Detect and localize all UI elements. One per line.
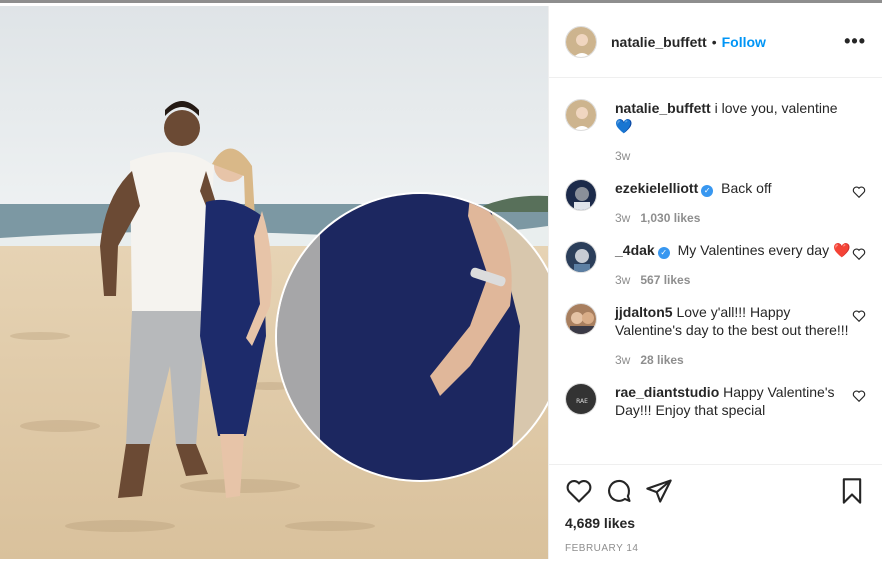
svg-text:RAE: RAE — [576, 398, 588, 405]
comments-list[interactable]: natalie_buffett i love you, valentine 💙 … — [549, 79, 882, 464]
caption-comment: natalie_buffett i love you, valentine 💙 … — [565, 99, 866, 165]
comment-likes[interactable]: 1,030 likes — [640, 211, 700, 225]
commenter-username[interactable]: rae_diantstudio — [615, 384, 719, 400]
bookmark-icon[interactable] — [838, 477, 866, 505]
like-count[interactable]: 4,689 likes — [565, 515, 866, 531]
commenter-avatar[interactable] — [565, 99, 597, 131]
like-comment-heart-icon[interactable] — [852, 389, 866, 403]
post-photo[interactable] — [0, 6, 548, 559]
comment-icon[interactable] — [605, 477, 633, 505]
beach-couple-image — [0, 6, 548, 559]
more-options-icon[interactable]: ••• — [844, 31, 866, 52]
verified-badge-icon: ✓ — [701, 185, 714, 197]
post-sidebar: natalie_buffett • Follow ••• natalie_buf… — [548, 6, 882, 559]
commenter-avatar[interactable] — [565, 303, 597, 335]
commenter-avatar[interactable] — [565, 241, 597, 273]
commenter-username[interactable]: jjdalton5 — [615, 304, 673, 320]
post-actions: 4,689 likes FEBRUARY 14 — [549, 464, 882, 564]
commenter-username[interactable]: ezekielelliott — [615, 180, 698, 196]
comment-time[interactable]: 3w — [615, 273, 630, 287]
verified-badge-icon: ✓ — [657, 247, 670, 259]
like-comment-heart-icon[interactable] — [852, 247, 866, 261]
comment-item: RAE rae_diantstudio Happy Valentine's Da… — [565, 383, 866, 419]
comment-time[interactable]: 3w — [615, 211, 630, 225]
like-comment-heart-icon[interactable] — [852, 309, 866, 323]
action-icons — [565, 475, 866, 507]
commenter-username[interactable]: natalie_buffett — [615, 100, 711, 116]
like-comment-heart-icon[interactable] — [852, 185, 866, 199]
comment-time[interactable]: 3w — [615, 149, 630, 163]
separator-dot: • — [711, 33, 717, 50]
heart-icon[interactable] — [565, 477, 593, 505]
commenter-avatar[interactable] — [565, 179, 597, 211]
comment-text: Back off — [721, 180, 772, 196]
instagram-post: natalie_buffett • Follow ••• natalie_buf… — [0, 0, 882, 559]
comment-item: ezekielelliott ✓ Back off 3w 1,030 likes — [565, 179, 866, 227]
comment-item: _4dak ✓ My Valentines every day ❤️ 3w 567 … — [565, 241, 866, 289]
comment-likes[interactable]: 28 likes — [640, 353, 683, 367]
post-header: natalie_buffett • Follow ••• — [549, 6, 882, 78]
share-icon[interactable] — [645, 477, 673, 505]
post-date[interactable]: FEBRUARY 14 — [565, 543, 866, 554]
comment-text: My Valentines every day ❤️ — [677, 242, 851, 258]
comment-likes[interactable]: 567 likes — [640, 273, 690, 287]
author-username[interactable]: natalie_buffett — [611, 34, 707, 50]
commenter-username[interactable]: _4dak — [615, 242, 655, 258]
comment-item: jjdalton5 Love y'all!!! Happy Valentine'… — [565, 303, 866, 369]
author-avatar[interactable] — [565, 25, 597, 58]
comment-time[interactable]: 3w — [615, 353, 630, 367]
commenter-avatar[interactable]: RAE — [565, 383, 597, 415]
follow-button[interactable]: Follow — [722, 34, 766, 50]
